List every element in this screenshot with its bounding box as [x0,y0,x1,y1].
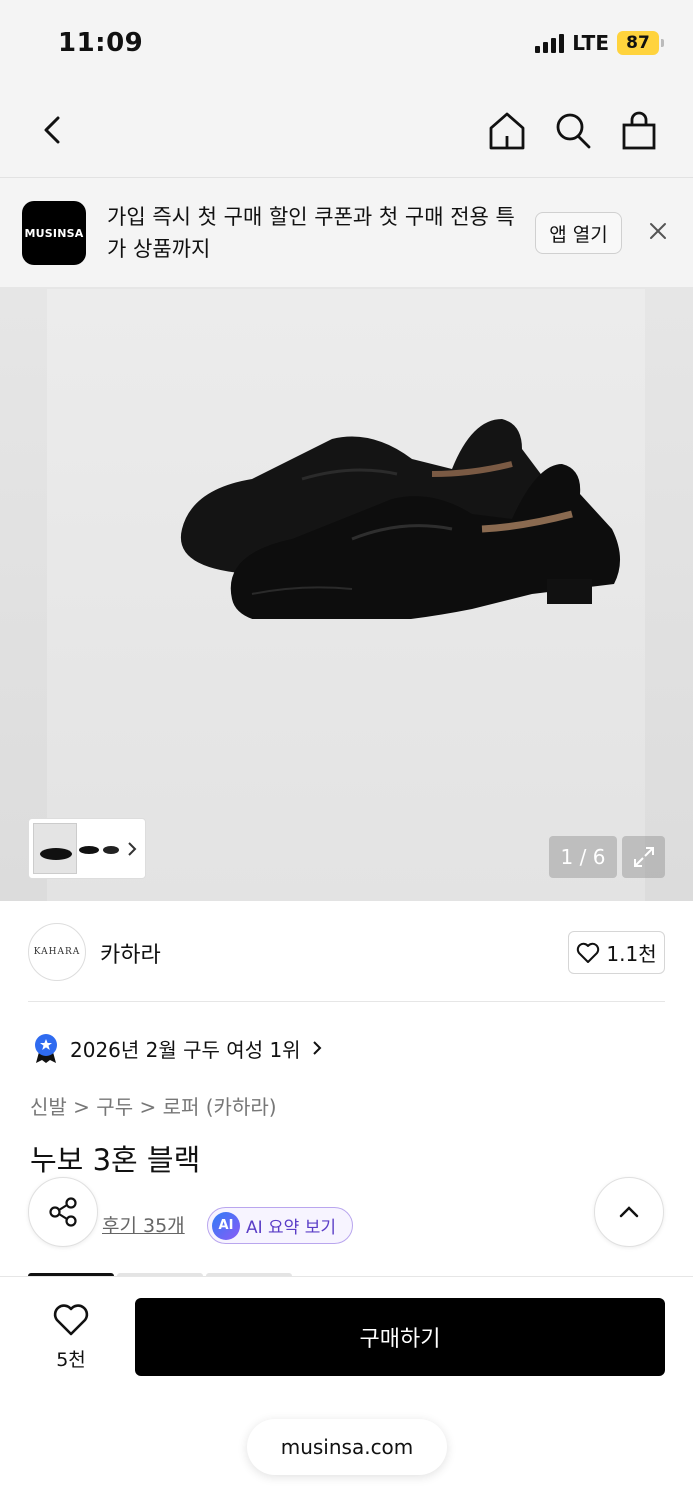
image-counter: 1 / 6 [549,836,617,878]
shopping-bag-icon[interactable] [619,110,659,152]
breadcrumb-item[interactable]: 구두 [96,1095,133,1119]
open-app-button[interactable]: 앱 열기 [535,212,622,254]
chevron-right-icon [312,1041,321,1055]
buy-button[interactable]: 구매하기 [135,1298,665,1376]
ranking-link[interactable]: 2026년 2월 구두 여성 1위 [32,1032,323,1064]
app-install-banner: MUSINSA 가입 즉시 첫 구매 할인 쿠폰과 첫 구매 전용 특가 상품까… [0,179,693,287]
brand-like-button[interactable]: 1.1천 [568,931,665,974]
brand-like-count: 1.1천 [606,942,657,966]
expand-icon[interactable] [622,836,665,878]
chevron-up-icon [619,1206,639,1218]
ai-summary-label: AI 요약 보기 [246,1218,337,1238]
search-icon[interactable] [553,110,593,152]
product-title: 누보 3혼 블랙 [30,1143,201,1177]
breadcrumb-item[interactable]: 로퍼 (카하라) [163,1095,277,1119]
scroll-top-button[interactable] [594,1177,664,1247]
breadcrumb-item[interactable]: 신발 [30,1095,67,1119]
heart-icon [53,1304,89,1336]
loafer-illustration [180,419,620,619]
ai-summary-button[interactable]: AI AI 요약 보기 [207,1207,353,1244]
status-indicators: LTE 87 [535,31,664,55]
share-button[interactable] [28,1177,98,1247]
close-icon[interactable] [644,217,672,245]
divider [28,1001,665,1002]
thumbnail-item[interactable] [33,823,77,874]
review-link[interactable]: 후기 35개 [102,1211,185,1238]
breadcrumb-separator: > [73,1095,90,1119]
brand-name[interactable]: 카하라 [100,937,161,969]
network-label: LTE [572,31,609,55]
signal-icon [535,33,565,53]
thumbnail-strip[interactable] [28,818,146,879]
brand-row[interactable]: KAHARA 카하라 1.1천 [28,923,665,981]
banner-message: 가입 즉시 첫 구매 할인 쿠폰과 첫 구매 전용 특가 상품까지 [107,205,515,261]
chevron-left-icon[interactable] [34,110,74,150]
product-info: KAHARA 카하라 1.1천 2026년 2월 구두 여성 1위 신발 > 구… [0,901,693,1277]
thumbnail-item[interactable] [77,837,121,861]
product-image-gallery[interactable]: 1 / 6 [0,287,693,901]
musinsa-logo: MUSINSA [22,201,86,265]
rank-badge-icon [35,1034,57,1063]
heart-icon [577,942,600,963]
ai-badge-icon: AI [212,1211,240,1240]
ranking-text: 2026년 2월 구두 여성 1위 [70,1037,301,1062]
chevron-right-icon[interactable] [125,839,139,859]
breadcrumb-separator: > [139,1095,157,1119]
wishlist-button[interactable]: 5천 [38,1303,104,1372]
bottom-action-bar: 5천 구매하기 musinsa.com [0,1276,693,1500]
share-icon [49,1197,77,1227]
breadcrumb: 신발 > 구두 > 로퍼 (카하라) [30,1091,277,1120]
url-bar[interactable]: musinsa.com [247,1419,447,1475]
product-image[interactable] [47,289,645,901]
top-nav [0,90,693,178]
brand-logo[interactable]: KAHARA [28,923,86,981]
status-bar: 11:09 LTE 87 [0,0,693,90]
status-time: 11:09 [58,28,144,58]
battery-icon: 87 [617,31,664,55]
home-icon[interactable] [487,110,527,152]
wishlist-count: 5천 [56,1349,86,1371]
